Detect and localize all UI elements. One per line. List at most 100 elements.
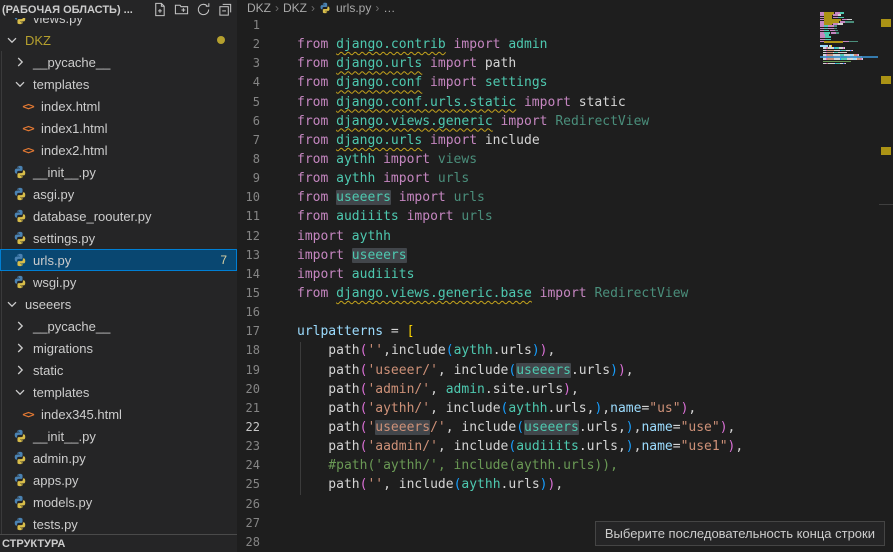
code-editor[interactable]: 12from django.contrib import admin3from … <box>237 16 820 552</box>
python-file-icon <box>12 164 28 180</box>
tree-item-index345.html[interactable]: <>index345.html <box>0 403 237 425</box>
line-number: 20 <box>237 380 260 399</box>
tree-item-tests.py[interactable]: tests.py <box>0 513 237 535</box>
tree-item-admin.py[interactable]: admin.py <box>0 447 237 469</box>
tree-folder-migrations[interactable]: migrations <box>0 337 237 359</box>
breadcrumb: DKZ › DKZ › urls.py › … <box>237 0 893 16</box>
line-number: 8 <box>237 150 260 169</box>
code-line-11[interactable]: 11from audiiits import urls <box>237 207 820 226</box>
new-file-icon[interactable] <box>152 2 167 17</box>
minimap-line <box>852 50 853 52</box>
code-line-20[interactable]: 20 path('admin/', admin.site.urls), <box>237 380 820 399</box>
new-folder-icon[interactable] <box>174 2 189 17</box>
indent-guide <box>300 342 301 495</box>
line-number: 23 <box>237 437 260 456</box>
refresh-icon[interactable] <box>196 2 211 17</box>
code-line-10[interactable]: 10from useeers import urls <box>237 188 820 207</box>
collapse-all-icon[interactable] <box>218 2 233 17</box>
code-line-22[interactable]: 22 path('useeers/', include(useeers.urls… <box>237 418 820 437</box>
line-number: 6 <box>237 112 260 131</box>
explorer-section-header[interactable]: (РАБОЧАЯ ОБЛАСТЬ) ... <box>0 0 237 18</box>
line-number: 2 <box>237 35 260 54</box>
breadcrumb-item-folder[interactable]: DKZ <box>283 1 307 15</box>
tree-folder-useeers[interactable]: useeers <box>0 293 237 315</box>
tree-item-database_roouter.py[interactable]: database_roouter.py <box>0 205 237 227</box>
tree-item-index1.html[interactable]: <>index1.html <box>0 117 237 139</box>
minimap-line <box>845 21 854 23</box>
tree-folder-DKZ[interactable]: DKZ <box>0 29 237 51</box>
line-number: 14 <box>237 265 260 284</box>
code-line-1[interactable]: 1 <box>237 16 820 35</box>
code-line-content: from django.views.generic.base import Re… <box>260 284 688 303</box>
code-line-content <box>260 16 297 35</box>
tree-folder-templates[interactable]: templates <box>0 73 237 95</box>
minimap-line <box>849 41 858 43</box>
html-file-icon: <> <box>20 142 36 158</box>
tree-item-models.py[interactable]: models.py <box>0 491 237 513</box>
tree-item-label: __init__.py <box>33 165 96 180</box>
code-line-24[interactable]: 24 #path('aythh/', include(aythh.urls)), <box>237 456 820 475</box>
code-line-14[interactable]: 14import audiiits <box>237 265 820 284</box>
code-line-18[interactable]: 18 path('',include(aythh.urls)), <box>237 341 820 360</box>
code-line-21[interactable]: 21 path('aythh/', include(aythh.urls,),n… <box>237 399 820 418</box>
code-line-6[interactable]: 6from django.views.generic import Redire… <box>237 112 820 131</box>
tree-item-label: models.py <box>33 495 92 510</box>
explorer-header-actions <box>152 2 233 17</box>
code-line-25[interactable]: 25 path('', include(aythh.urls)), <box>237 475 820 494</box>
breadcrumb-separator-icon: › <box>311 1 315 15</box>
tree-item-wsgi.py[interactable]: wsgi.py <box>0 271 237 293</box>
code-line-17[interactable]: 17urlpatterns = [ <box>237 322 820 341</box>
code-line-19[interactable]: 19 path('useeer/', include(useeers.urls)… <box>237 361 820 380</box>
breadcrumb-item-more[interactable]: … <box>383 1 395 15</box>
line-number: 7 <box>237 131 260 150</box>
breadcrumb-item-file[interactable]: urls.py <box>336 1 371 15</box>
code-line-15[interactable]: 15from django.views.generic.base import … <box>237 284 820 303</box>
python-file-icon <box>12 428 28 444</box>
code-line-16[interactable]: 16 <box>237 303 820 322</box>
html-file-icon: <> <box>20 98 36 114</box>
minimap-line <box>838 23 843 25</box>
tree-folder-__pycache__[interactable]: __pycache__ <box>0 51 237 73</box>
tree-item-label: __init__.py <box>33 429 96 444</box>
outline-section-header[interactable]: СТРУКТУРА <box>0 534 237 552</box>
overview-ruler[interactable] <box>879 0 893 552</box>
code-line-12[interactable]: 12import aythh <box>237 227 820 246</box>
tree-folder-static[interactable]: static <box>0 359 237 381</box>
tree-item-urls.py[interactable]: urls.py7 <box>0 249 237 271</box>
code-line-9[interactable]: 9from aythh import urls <box>237 169 820 188</box>
tree-item-settings.py[interactable]: settings.py <box>0 227 237 249</box>
tree-item-index.html[interactable]: <>index.html <box>0 95 237 117</box>
tree-item-__init__.py[interactable]: __init__.py <box>0 161 237 183</box>
tree-item-asgi.py[interactable]: asgi.py <box>0 183 237 205</box>
code-line-5[interactable]: 5from django.conf.urls.static import sta… <box>237 93 820 112</box>
tree-item-label: DKZ <box>25 33 51 48</box>
tree-item-label: urls.py <box>33 253 71 268</box>
minimap[interactable] <box>820 0 878 552</box>
line-number: 16 <box>237 303 260 322</box>
tree-item-__init__.py[interactable]: __init__.py <box>0 425 237 447</box>
tree-folder-templates[interactable]: templates <box>0 381 237 403</box>
chevron-right-icon <box>12 340 28 356</box>
tree-item-index2.html[interactable]: <> index2.html <box>0 139 237 161</box>
code-line-26[interactable]: 26 <box>237 495 820 514</box>
code-line-23[interactable]: 23 path('aadmin/', include(audiiits.urls… <box>237 437 820 456</box>
tree-folder-__pycache__[interactable]: __pycache__ <box>0 315 237 337</box>
python-file-icon <box>12 450 28 466</box>
code-line-13[interactable]: 13import useeers <box>237 246 820 265</box>
code-line-content: from audiiits import urls <box>260 207 493 226</box>
tree-item-apps.py[interactable]: apps.py <box>0 469 237 491</box>
code-line-2[interactable]: 2from django.contrib import admin <box>237 35 820 54</box>
warning-mark <box>881 19 891 27</box>
tree-item-label: index2.html <box>41 143 107 158</box>
tree-item-label: database_roouter.py <box>33 209 152 224</box>
code-line-7[interactable]: 7from django.urls import include <box>237 131 820 150</box>
ruler-divider <box>879 204 893 205</box>
code-line-3[interactable]: 3from django.urls import path <box>237 54 820 73</box>
tree-item-label: admin.py <box>33 451 86 466</box>
python-file-icon <box>319 2 332 15</box>
tooltip-text: Выберите последовательность конца строки <box>605 526 875 541</box>
breadcrumb-item-workspace[interactable]: DKZ <box>247 1 271 15</box>
code-line-8[interactable]: 8from aythh import views <box>237 150 820 169</box>
code-line-4[interactable]: 4from django.conf import settings <box>237 73 820 92</box>
line-number: 10 <box>237 188 260 207</box>
